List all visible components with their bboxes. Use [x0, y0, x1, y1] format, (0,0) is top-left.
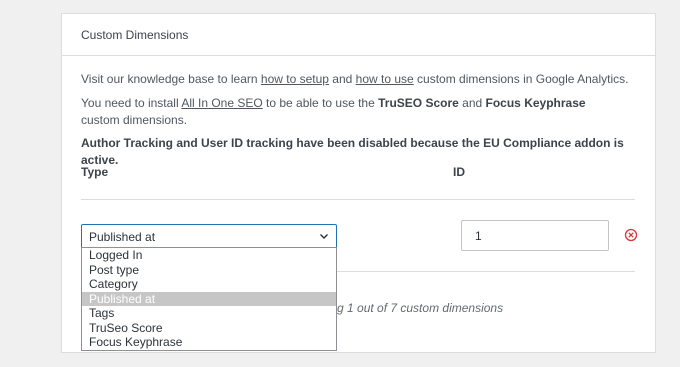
install-text-start: You need to install	[81, 96, 182, 110]
id-column-header: ID	[453, 165, 465, 179]
dropdown-option[interactable]: Published at	[82, 291, 336, 306]
install-text-mid2: and	[458, 96, 486, 110]
selected-type-value: Published at	[89, 230, 156, 244]
header-divider	[81, 199, 635, 200]
panel-title: Custom Dimensions	[81, 28, 189, 42]
install-text-end: custom dimensions.	[81, 113, 188, 127]
kb-text-start: Visit our knowledge base to learn	[81, 72, 261, 86]
kb-text-mid: and	[328, 72, 356, 86]
dimension-id-value: 1	[475, 229, 482, 243]
aioseo-link[interactable]: All In One SEO	[181, 96, 262, 110]
dimension-id-input[interactable]: 1	[461, 220, 609, 251]
type-column-header: Type	[81, 165, 109, 179]
dropdown-option[interactable]: Tags	[82, 306, 336, 321]
dropdown-option[interactable]: TruSeo Score	[82, 321, 336, 336]
dimension-type-dropdown[interactable]: Logged In Post type Category Published at Ta…	[81, 247, 337, 351]
how-to-setup-link[interactable]: how to setup	[261, 72, 329, 86]
panel-header: Custom Dimensions	[62, 14, 655, 56]
dropdown-option[interactable]: Focus Keyphrase	[82, 335, 336, 350]
how-to-use-link[interactable]: how to use	[356, 72, 414, 86]
kb-text-end: custom dimensions in Google Analytics.	[413, 72, 629, 86]
chevron-down-icon	[320, 234, 328, 239]
install-text-mid1: to be able to use the	[262, 96, 379, 110]
dimension-count-text: g 1 out of 7 custom dimensions	[337, 301, 504, 315]
dropdown-option[interactable]: Logged In	[82, 248, 336, 263]
knowledge-base-text: Visit our knowledge base to learn how to…	[81, 71, 641, 88]
truseo-score-label: TruSEO Score	[378, 96, 459, 110]
install-aioseo-text: You need to install All In One SEO to be…	[81, 95, 611, 129]
dimension-type-select[interactable]: Published at	[81, 224, 337, 249]
eu-compliance-notice: Author Tracking and User ID tracking hav…	[81, 136, 624, 167]
focus-keyphrase-label: Focus Keyphrase	[485, 96, 586, 110]
dropdown-option[interactable]: Category	[82, 277, 336, 292]
dropdown-option[interactable]: Post type	[82, 263, 336, 278]
remove-dimension-icon[interactable]	[623, 227, 639, 243]
